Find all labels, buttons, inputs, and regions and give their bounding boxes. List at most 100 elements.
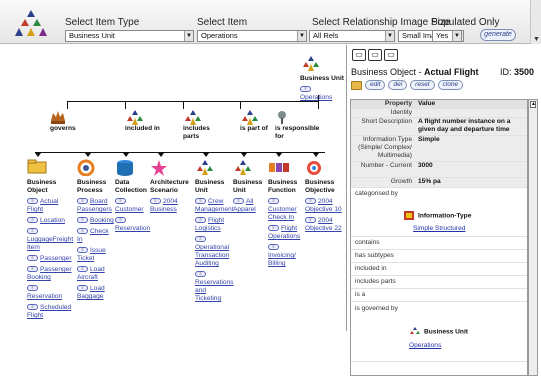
database-icon bbox=[115, 159, 153, 176]
governed-item[interactable]: Business Unit bbox=[409, 326, 468, 337]
entry-icon: ≡ bbox=[27, 285, 38, 292]
relation-row[interactable]: contains bbox=[351, 237, 527, 250]
entry-icon: ≡ bbox=[115, 198, 126, 205]
node-entry[interactable]: ≡ Location bbox=[27, 217, 75, 225]
node-entry[interactable]: ≡ All Apparel bbox=[233, 198, 271, 214]
node-entry[interactable]: ≡ Check In bbox=[77, 228, 115, 244]
folder-icon bbox=[351, 80, 362, 90]
node-entry[interactable]: ≡ Board Passengers bbox=[77, 198, 115, 214]
node-entry[interactable]: ≡ 2004 Objective 10 bbox=[305, 198, 343, 214]
entry-icon: ≡ bbox=[268, 198, 279, 205]
node-entry[interactable]: ≡LuggageFreight Item bbox=[27, 228, 75, 252]
node-entry[interactable]: ≡ Issue Ticket bbox=[77, 247, 115, 263]
node-entry[interactable]: ≡Reservation bbox=[27, 285, 75, 301]
pyramid-icon bbox=[183, 109, 223, 125]
relation-label: is responsible for bbox=[275, 125, 320, 140]
target-icon bbox=[305, 159, 343, 176]
arrow-down-icon bbox=[35, 153, 41, 157]
item-select[interactable]: Operations ▼ bbox=[197, 30, 307, 42]
relation-is-part-of: is part of bbox=[240, 109, 280, 133]
root-entry[interactable]: ≡Operations bbox=[300, 86, 344, 102]
governed-link[interactable]: Operations bbox=[409, 342, 441, 350]
book-icon-group: ▭ ▭ ▭ bbox=[352, 49, 398, 63]
node-entry[interactable]: ≡ 2004 Business bbox=[150, 198, 188, 214]
function-icon bbox=[268, 159, 306, 176]
relation-row[interactable]: has subtypes bbox=[351, 250, 527, 263]
populated-label: Populated Only bbox=[431, 17, 500, 28]
entry-icon: ≡ bbox=[300, 86, 311, 93]
panel-id: ID: 3500 bbox=[499, 67, 534, 77]
node-name: Business Unit bbox=[233, 179, 263, 194]
relation-label: governs bbox=[50, 125, 76, 132]
relationship-select[interactable]: All Rels ▼ bbox=[309, 30, 395, 42]
node-entry[interactable]: ≡ 2004 Objective 22 bbox=[305, 217, 343, 233]
node-entry[interactable]: ≡ Scheduled Flight bbox=[27, 304, 75, 320]
table-row: Identity bbox=[351, 109, 527, 118]
node-business-objective[interactable]: Business Objective ≡ 2004 Objective 10 ≡ 200… bbox=[305, 159, 343, 233]
entry-icon: ≡ bbox=[305, 198, 316, 205]
delete-button[interactable]: del bbox=[388, 80, 408, 90]
category-link[interactable]: Simple Structured bbox=[413, 225, 465, 233]
node-entry[interactable]: ≡Customer bbox=[115, 198, 153, 214]
entry-icon: ≡ bbox=[27, 198, 38, 205]
relation-row[interactable]: includes parts bbox=[351, 276, 527, 289]
node-business-object[interactable]: Business Object ≡ Actual Flight ≡ Location ≡L… bbox=[27, 159, 75, 320]
node-architecture-scenario[interactable]: Architecture Scenario ≡ 2004 Business bbox=[150, 159, 189, 214]
pyramid-logo-icon[interactable] bbox=[9, 8, 53, 38]
entry-icon: ≡ bbox=[27, 217, 38, 224]
scrollbar[interactable]: ▲ bbox=[528, 99, 538, 376]
node-data-collection[interactable]: Data Collection ≡Customer ≡Reservation bbox=[115, 159, 153, 233]
node-business-process[interactable]: Business Process ≡ Board Passengers ≡ Bookin… bbox=[77, 159, 115, 301]
table-header: Property Value bbox=[351, 100, 527, 109]
entry-icon: ≡ bbox=[195, 236, 206, 243]
node-entry[interactable]: ≡ Load Baggage bbox=[77, 285, 115, 301]
node-entry[interactable]: ≡ Actual Flight bbox=[27, 198, 75, 214]
entry-icon: ≡ bbox=[268, 244, 279, 251]
node-name: Architecture Scenario bbox=[150, 179, 189, 194]
book-icon[interactable]: ▭ bbox=[384, 49, 398, 61]
clone-button[interactable]: clone bbox=[437, 80, 464, 90]
book-icon[interactable]: ▭ bbox=[352, 49, 366, 61]
root-node[interactable]: Business Unit ≡Operations bbox=[300, 55, 344, 102]
node-entry[interactable]: ≡ Flight Operations bbox=[268, 225, 306, 241]
node-business-unit[interactable]: Business Unit ≡ Crew Management ≡ Flight Log… bbox=[195, 159, 234, 303]
node-name: Data Collection bbox=[115, 179, 147, 194]
panel-title: Business Object - Actual Flight bbox=[351, 67, 479, 77]
chevron-up-icon: ▲ bbox=[530, 101, 536, 108]
table-row: Short Description A flight number instanc… bbox=[351, 118, 527, 136]
book-icon[interactable]: ▭ bbox=[368, 49, 382, 61]
relation-row[interactable]: included in bbox=[351, 263, 527, 276]
chevron-down-icon: ▼ bbox=[184, 31, 193, 41]
relation-row[interactable]: is a bbox=[351, 289, 527, 302]
populated-select[interactable]: Yes ▼ bbox=[432, 30, 462, 42]
node-entry[interactable]: ≡Operational Transaction Auditing bbox=[195, 236, 233, 268]
node-entry[interactable]: ≡ Booking bbox=[77, 217, 115, 225]
arrow-down-icon bbox=[276, 153, 282, 157]
node-entry[interactable]: ≡Reservation bbox=[115, 217, 153, 233]
governed-by-row: is governed by Business Unit Operations bbox=[351, 302, 527, 362]
node-entry[interactable]: ≡ Flight Logistics bbox=[195, 217, 233, 233]
node-entry[interactable]: ≡ Passenger bbox=[27, 255, 75, 263]
edit-button[interactable]: edit bbox=[365, 80, 386, 90]
node-name: Business Objective bbox=[305, 179, 335, 194]
node-entry[interactable]: ≡Customer Check In bbox=[268, 198, 306, 222]
relation-label: includes parts bbox=[183, 125, 210, 140]
pyramid-icon bbox=[233, 159, 271, 176]
entry-icon: ≡ bbox=[77, 247, 88, 254]
node-business-unit[interactable]: Business Unit ≡ All Apparel bbox=[233, 159, 271, 214]
node-entry[interactable]: ≡ Crew Management bbox=[195, 198, 234, 214]
relation-included-in: included in bbox=[125, 109, 165, 133]
item-type-select[interactable]: Business Unit ▼ bbox=[65, 30, 194, 42]
node-entry[interactable]: ≡ Passenger Booking bbox=[27, 266, 75, 282]
node-entry[interactable]: ≡Reservations and Ticketing bbox=[195, 271, 233, 303]
star-icon bbox=[150, 159, 188, 176]
reset-button[interactable]: reset bbox=[410, 80, 435, 90]
generate-button[interactable]: generate bbox=[480, 29, 516, 41]
scrollbar[interactable]: ▼ bbox=[530, 0, 541, 44]
node-entry[interactable]: ≡Invoicing/ Billing bbox=[268, 244, 306, 268]
category-item[interactable]: Information-Type bbox=[403, 210, 471, 221]
pyramid-icon bbox=[125, 109, 165, 125]
entry-icon: ≡ bbox=[115, 217, 126, 224]
node-entry[interactable]: ≡ Load Aircraft bbox=[77, 266, 115, 282]
node-business-function[interactable]: Business Function ≡Customer Check In ≡ Flig… bbox=[268, 159, 306, 268]
